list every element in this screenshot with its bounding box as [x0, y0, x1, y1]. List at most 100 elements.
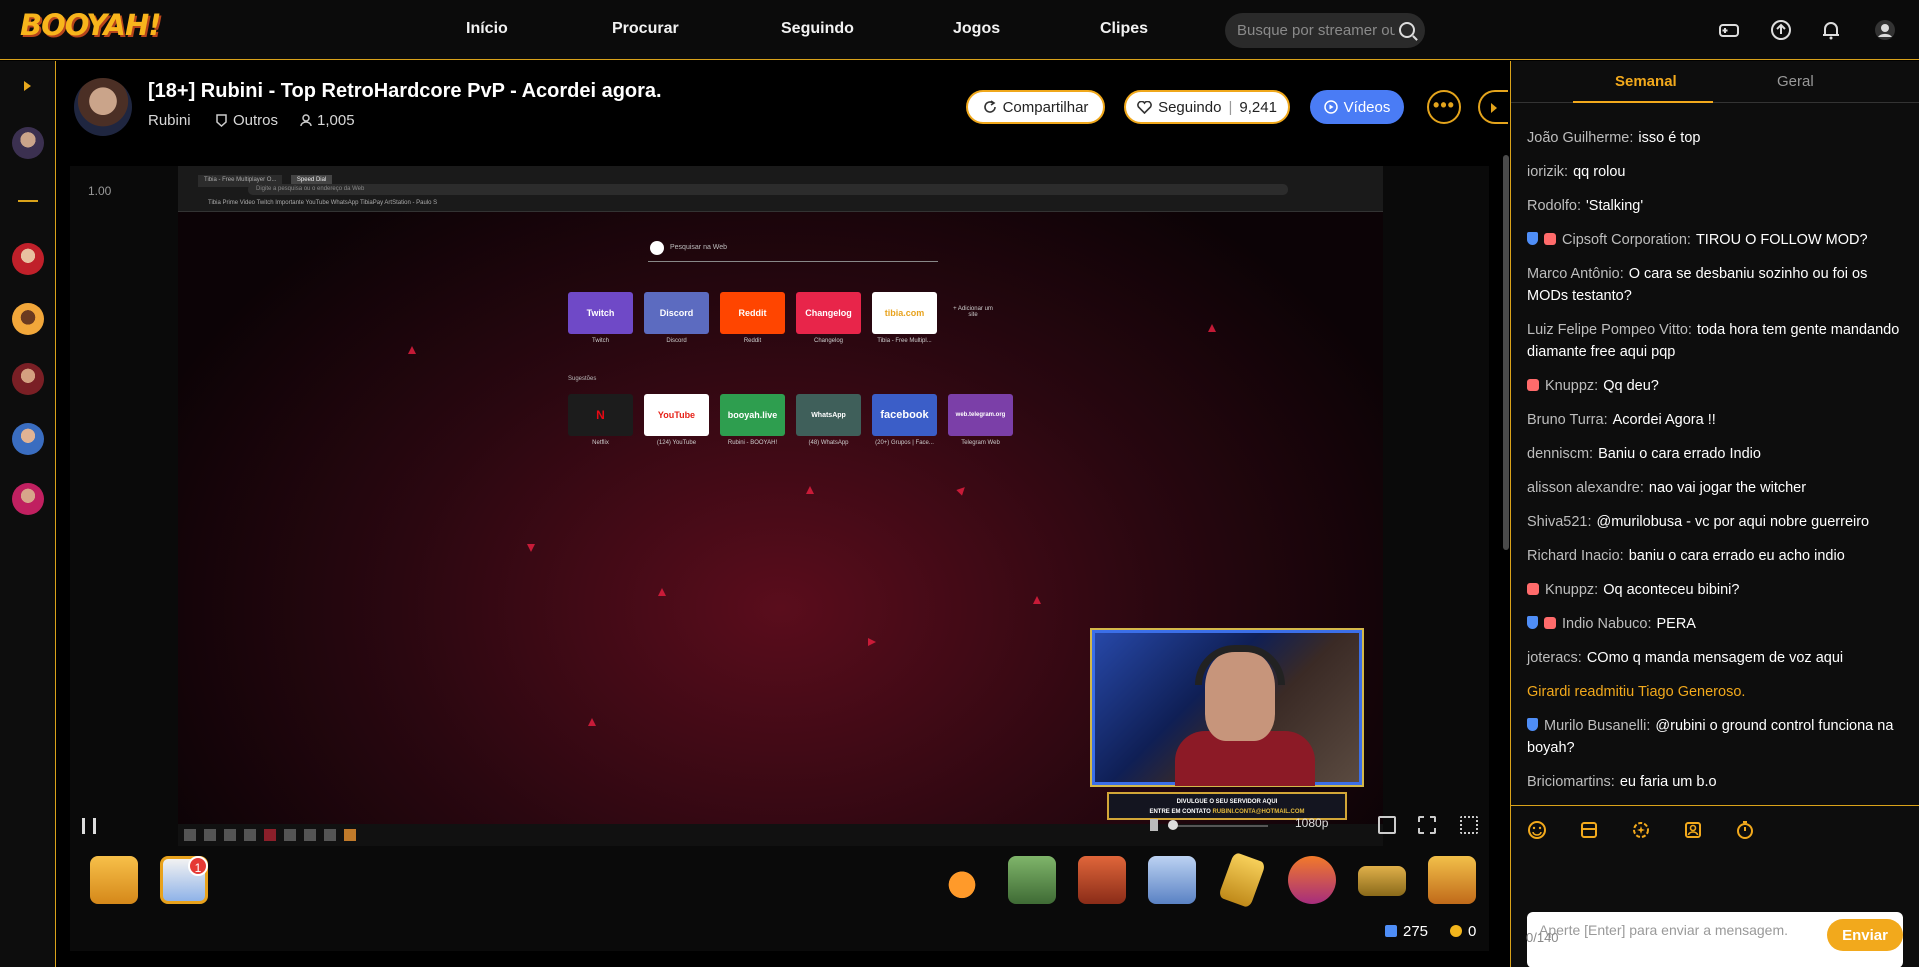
page-scrollbar[interactable]: [1503, 155, 1509, 550]
upload-icon[interactable]: [1770, 19, 1792, 41]
sticker-icon[interactable]: [1579, 820, 1599, 840]
chat-username[interactable]: Richard Inacio:: [1527, 548, 1624, 564]
volume-icon[interactable]: [1150, 819, 1162, 831]
nav-seguindo[interactable]: Seguindo: [781, 20, 854, 38]
share-icon: [983, 100, 996, 113]
chat-text: PERA: [1656, 616, 1696, 632]
booyah-logo[interactable]: BOOYAH!: [20, 8, 161, 42]
chat-username[interactable]: Marco Antônio:: [1527, 266, 1624, 282]
chat-username[interactable]: joteracs:: [1527, 650, 1582, 666]
fullscreen-icon[interactable]: [1460, 816, 1478, 834]
skateboard-gift-icon[interactable]: [1218, 851, 1266, 909]
gift-badge-icon: [1544, 233, 1556, 245]
browser-bookmarks: Tibia Prime Video Twitch Importante YouT…: [208, 200, 438, 206]
chat-text: baniu o cara errado eu acho indio: [1628, 548, 1845, 564]
chat-username[interactable]: Knuppz:: [1545, 378, 1598, 394]
taco-gift-icon[interactable]: [1288, 856, 1336, 904]
follow-button[interactable]: Seguindo | 9,241: [1124, 90, 1290, 124]
nav-procurar[interactable]: Procurar: [612, 20, 679, 38]
notification-badge: 1: [188, 856, 208, 876]
send-button[interactable]: Enviar: [1827, 919, 1903, 951]
streamer-name[interactable]: Rubini: [148, 112, 191, 129]
gamepad-icon[interactable]: [1718, 19, 1740, 41]
search-icon[interactable]: [1399, 22, 1415, 38]
sidebar-avatar-channel-2[interactable]: [12, 303, 44, 335]
taskbar-icon: [264, 829, 276, 841]
user-avatar-icon[interactable]: [1874, 19, 1896, 41]
sidebar-avatar-channel-3[interactable]: [12, 363, 44, 395]
nav-inicio[interactable]: Início: [466, 20, 508, 38]
search-input[interactable]: [1225, 13, 1395, 48]
profile-card-icon[interactable]: [1683, 820, 1703, 840]
pause-button[interactable]: [82, 818, 96, 834]
plane-gift-icon[interactable]: [1358, 866, 1406, 896]
chat-message: Richard Inacio: baniu o cara errado eu ac…: [1527, 545, 1907, 567]
chat-username[interactable]: Murilo Busanelli:: [1544, 718, 1650, 734]
taskbar-icon: [244, 829, 256, 841]
chat-message: Shiva521: @murilobusa - vc por aqui nobre…: [1527, 511, 1907, 533]
chat-username[interactable]: iorizik:: [1527, 164, 1568, 180]
backpack-gift-icon[interactable]: [1078, 856, 1126, 904]
sidebar-avatar-channel-4[interactable]: [12, 423, 44, 455]
volume-knob[interactable]: [1168, 820, 1178, 830]
nav-clipes[interactable]: Clipes: [1100, 20, 1148, 38]
start-icon: [184, 829, 196, 841]
chat-username[interactable]: alisson alexandre:: [1527, 480, 1644, 496]
quality-selector[interactable]: 1080p: [1295, 816, 1328, 830]
tile-tibia: tibia.com: [872, 292, 937, 334]
tile-booyah: booyah.live: [720, 394, 785, 436]
tab-semanal[interactable]: Semanal: [1615, 73, 1677, 90]
expand-sidebar-icon[interactable]: [24, 81, 31, 91]
share-button[interactable]: Compartilhar: [966, 90, 1105, 124]
tile-label: Tibia - Free Multipl...: [877, 338, 932, 344]
system-message: Girardi readmitiu Tiago Generoso.: [1527, 684, 1746, 700]
taskbar-icon: [304, 829, 316, 841]
category-label[interactable]: Outros: [233, 112, 278, 129]
video-player[interactable]: 1.00 Tibia - Free Multiplayer O... Speed…: [70, 166, 1489, 951]
sidebar-avatar-channel-1[interactable]: [12, 243, 44, 275]
tab-geral[interactable]: Geral: [1777, 73, 1814, 90]
chat-username[interactable]: Rodolfo:: [1527, 198, 1581, 214]
chat-username[interactable]: Briciomartins:: [1527, 774, 1615, 790]
more-options-button[interactable]: •••: [1427, 90, 1461, 124]
bell-icon[interactable]: [1820, 19, 1842, 41]
follow-label: Seguindo: [1158, 98, 1222, 116]
chat-username[interactable]: João Guilherme:: [1527, 130, 1633, 146]
sidebar-avatar-rubini[interactable]: [12, 127, 44, 159]
chat-username[interactable]: Indio Nabuco:: [1562, 616, 1651, 632]
cash-gift-icon[interactable]: [1008, 856, 1056, 904]
viewer-count: 1,005: [317, 112, 355, 129]
collapse-chat-button[interactable]: [1478, 90, 1508, 124]
chat-text: nao vai jogar the witcher: [1648, 480, 1807, 496]
streamer-avatar[interactable]: [74, 78, 132, 136]
pip-icon[interactable]: [1378, 816, 1396, 834]
chat-username[interactable]: Cipsoft Corporation:: [1562, 232, 1691, 248]
emoji-icon[interactable]: [1527, 820, 1547, 840]
volume-slider[interactable]: [1168, 825, 1268, 827]
chat-message: Indio Nabuco: PERA: [1527, 613, 1907, 635]
decoration-shard: [956, 484, 968, 496]
decoration-shard: [527, 544, 535, 552]
chat-username[interactable]: Luiz Felipe Pompeo Vitto:: [1527, 322, 1692, 338]
chat-username[interactable]: Bruno Turra:: [1527, 412, 1608, 428]
treasure-chest-icon[interactable]: [90, 856, 138, 904]
chat-text: Qq deu?: [1603, 378, 1659, 394]
booyah-gift-icon[interactable]: [1428, 856, 1476, 904]
taskbar-icon: [344, 829, 356, 841]
timer-icon[interactable]: [1735, 820, 1755, 840]
effects-icon[interactable]: [1631, 820, 1651, 840]
chat-username[interactable]: Shiva521:: [1527, 514, 1592, 530]
theater-icon[interactable]: [1418, 816, 1436, 834]
tile-label: Changelog: [813, 338, 844, 344]
chat-username[interactable]: Knuppz:: [1545, 582, 1598, 598]
left-sidebar: [0, 61, 56, 967]
videos-button[interactable]: Vídeos: [1310, 90, 1404, 124]
sidebar-divider: [18, 200, 38, 202]
tile-label: Telegram Web: [961, 440, 1000, 446]
chat-username[interactable]: denniscm:: [1527, 446, 1593, 462]
chat-message: Luiz Felipe Pompeo Vitto: toda hora tem g…: [1527, 319, 1907, 363]
ice-gift-icon[interactable]: [1148, 856, 1196, 904]
nav-jogos[interactable]: Jogos: [953, 20, 1000, 38]
sidebar-avatar-channel-5[interactable]: [12, 483, 44, 515]
campfire-gift-icon[interactable]: [938, 856, 986, 904]
